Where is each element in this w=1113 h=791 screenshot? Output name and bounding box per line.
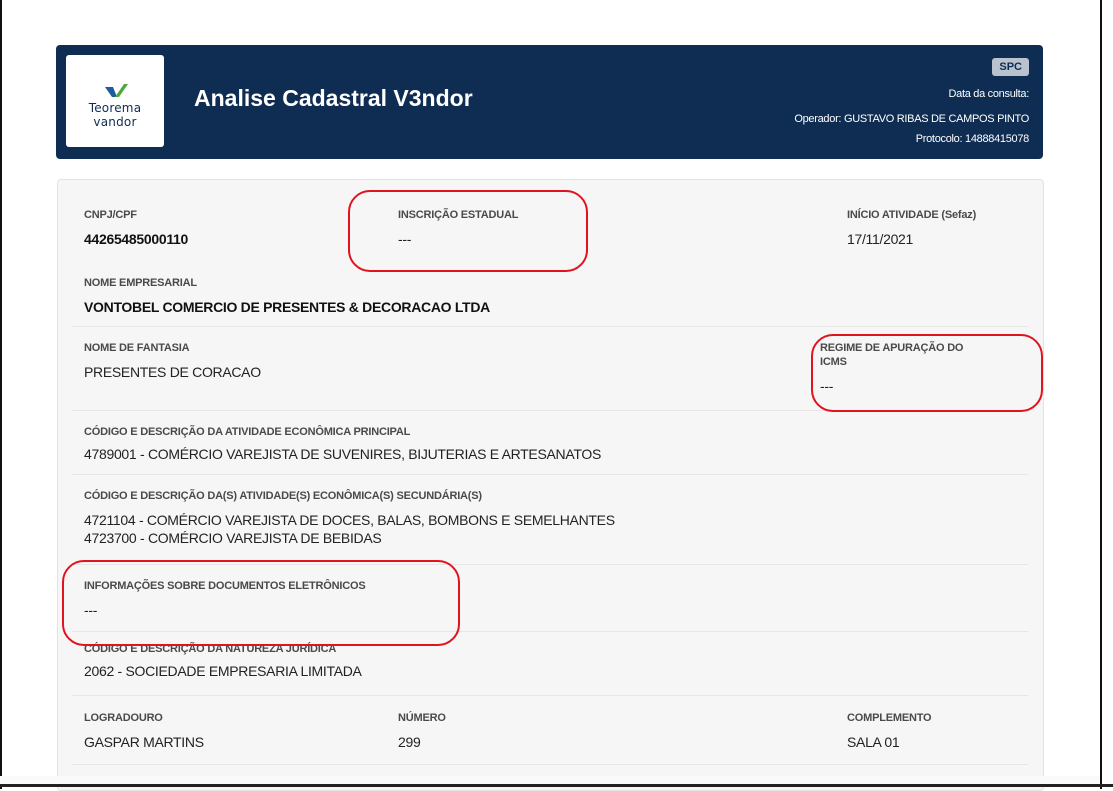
field-complemento: COMPLEMENTO SALA 01: [847, 711, 932, 751]
field-cnpj: CNPJ/CPF 44265485000110: [84, 208, 188, 248]
nome-empresarial-label: NOME EMPRESARIAL: [84, 277, 197, 289]
complemento-label: COMPLEMENTO: [847, 712, 932, 724]
nome-empresarial-value: VONTOBEL COMERCIO DE PRESENTES & DECORAC…: [84, 299, 490, 315]
row-atividade-principal: CÓDIGO E DESCRIÇÃO DA ATIVIDADE ECONÔMIC…: [72, 411, 1028, 475]
complemento-value: SALA 01: [847, 734, 900, 750]
row-endereco: LOGRADOURO GASPAR MARTINS NÚMERO 299 COM…: [72, 696, 1028, 765]
window-border-bottom: [0, 784, 1113, 787]
protocol-number: Protocolo: 14888415078: [915, 133, 1030, 145]
natureza-juridica-value: 2062 - SOCIEDADE EMPRESARIA LIMITADA: [84, 663, 362, 679]
checkmark-icon: [105, 84, 128, 97]
highlight-inscricao-estadual: [348, 190, 588, 272]
inicio-atividade-label: INÍCIO ATIVIDADE (Sefaz): [847, 209, 977, 221]
inicio-atividade-value: 17/11/2021: [847, 231, 914, 247]
spc-badge: SPC: [992, 58, 1029, 76]
logradouro-label: LOGRADOURO: [84, 712, 163, 724]
numero-value: 299: [398, 734, 421, 750]
report-header: Teorema vandor Analise Cadastral V3ndor …: [56, 45, 1043, 159]
field-numero: NÚMERO 299: [398, 711, 446, 751]
window-border-left: [0, 0, 2, 789]
logo-text-teorema: Teorema: [88, 101, 142, 115]
atividade-secundaria-item: 4723700 - COMÉRCIO VAREJISTA DE BEBIDAS: [84, 530, 382, 546]
atividade-principal-value: 4789001 - COMÉRCIO VAREJISTA DE SUVENIRE…: [84, 446, 601, 462]
row-atividades-secundarias: CÓDIGO E DESCRIÇÃO DA(S) ATIVIDADE(S) EC…: [72, 475, 1028, 565]
atividade-principal-label: CÓDIGO E DESCRIÇÃO DA ATIVIDADE ECONÔMIC…: [84, 426, 411, 438]
atividade-secundaria-item: 4721104 - COMÉRCIO VAREJISTA DE DOCES, B…: [84, 512, 615, 528]
logo-text-vandor: vandor: [93, 115, 137, 129]
highlight-regime-icms: [811, 334, 1043, 412]
logradouro-value: GASPAR MARTINS: [84, 734, 204, 750]
field-inicio-atividade: INÍCIO ATIVIDADE (Sefaz) 17/11/2021: [847, 208, 976, 248]
field-logradouro: LOGRADOURO GASPAR MARTINS: [84, 711, 204, 751]
field-nome-fantasia: NOME DE FANTASIA PRESENTES DE CORACAO: [84, 341, 261, 381]
page-gutter: [1102, 0, 1113, 789]
cnpj-label: CNPJ/CPF: [84, 209, 137, 221]
nome-fantasia-value: PRESENTES DE CORACAO: [84, 364, 261, 380]
atividades-secundarias-label: CÓDIGO E DESCRIÇÃO DA(S) ATIVIDADE(S) EC…: [84, 490, 482, 502]
field-atividade-principal: CÓDIGO E DESCRIÇÃO DA ATIVIDADE ECONÔMIC…: [84, 425, 601, 463]
operator-info: Operador: GUSTAVO RIBAS DE CAMPOS PINTO: [794, 113, 1029, 125]
field-atividades-secundarias: CÓDIGO E DESCRIÇÃO DA(S) ATIVIDADE(S) EC…: [84, 489, 615, 547]
consult-date-label: Data da consulta:: [948, 88, 1029, 100]
highlight-documentos-eletronicos: [62, 560, 460, 646]
teorema-vandor-logo: Teorema vandor: [66, 55, 164, 147]
cnpj-value: 44265485000110: [84, 231, 189, 247]
page-bottom-strip: [0, 776, 1100, 784]
page-title: Analise Cadastral V3ndor: [194, 85, 473, 111]
numero-label: NÚMERO: [398, 712, 446, 724]
nome-fantasia-label: NOME DE FANTASIA: [84, 342, 190, 354]
row-nome-empresarial: NOME EMPRESARIAL VONTOBEL COMERCIO DE PR…: [72, 264, 1028, 327]
field-nome-empresarial: NOME EMPRESARIAL VONTOBEL COMERCIO DE PR…: [84, 276, 490, 316]
field-natureza-juridica: CÓDIGO E DESCRIÇÃO DA NATUREZA JURÍDICA …: [84, 642, 362, 680]
